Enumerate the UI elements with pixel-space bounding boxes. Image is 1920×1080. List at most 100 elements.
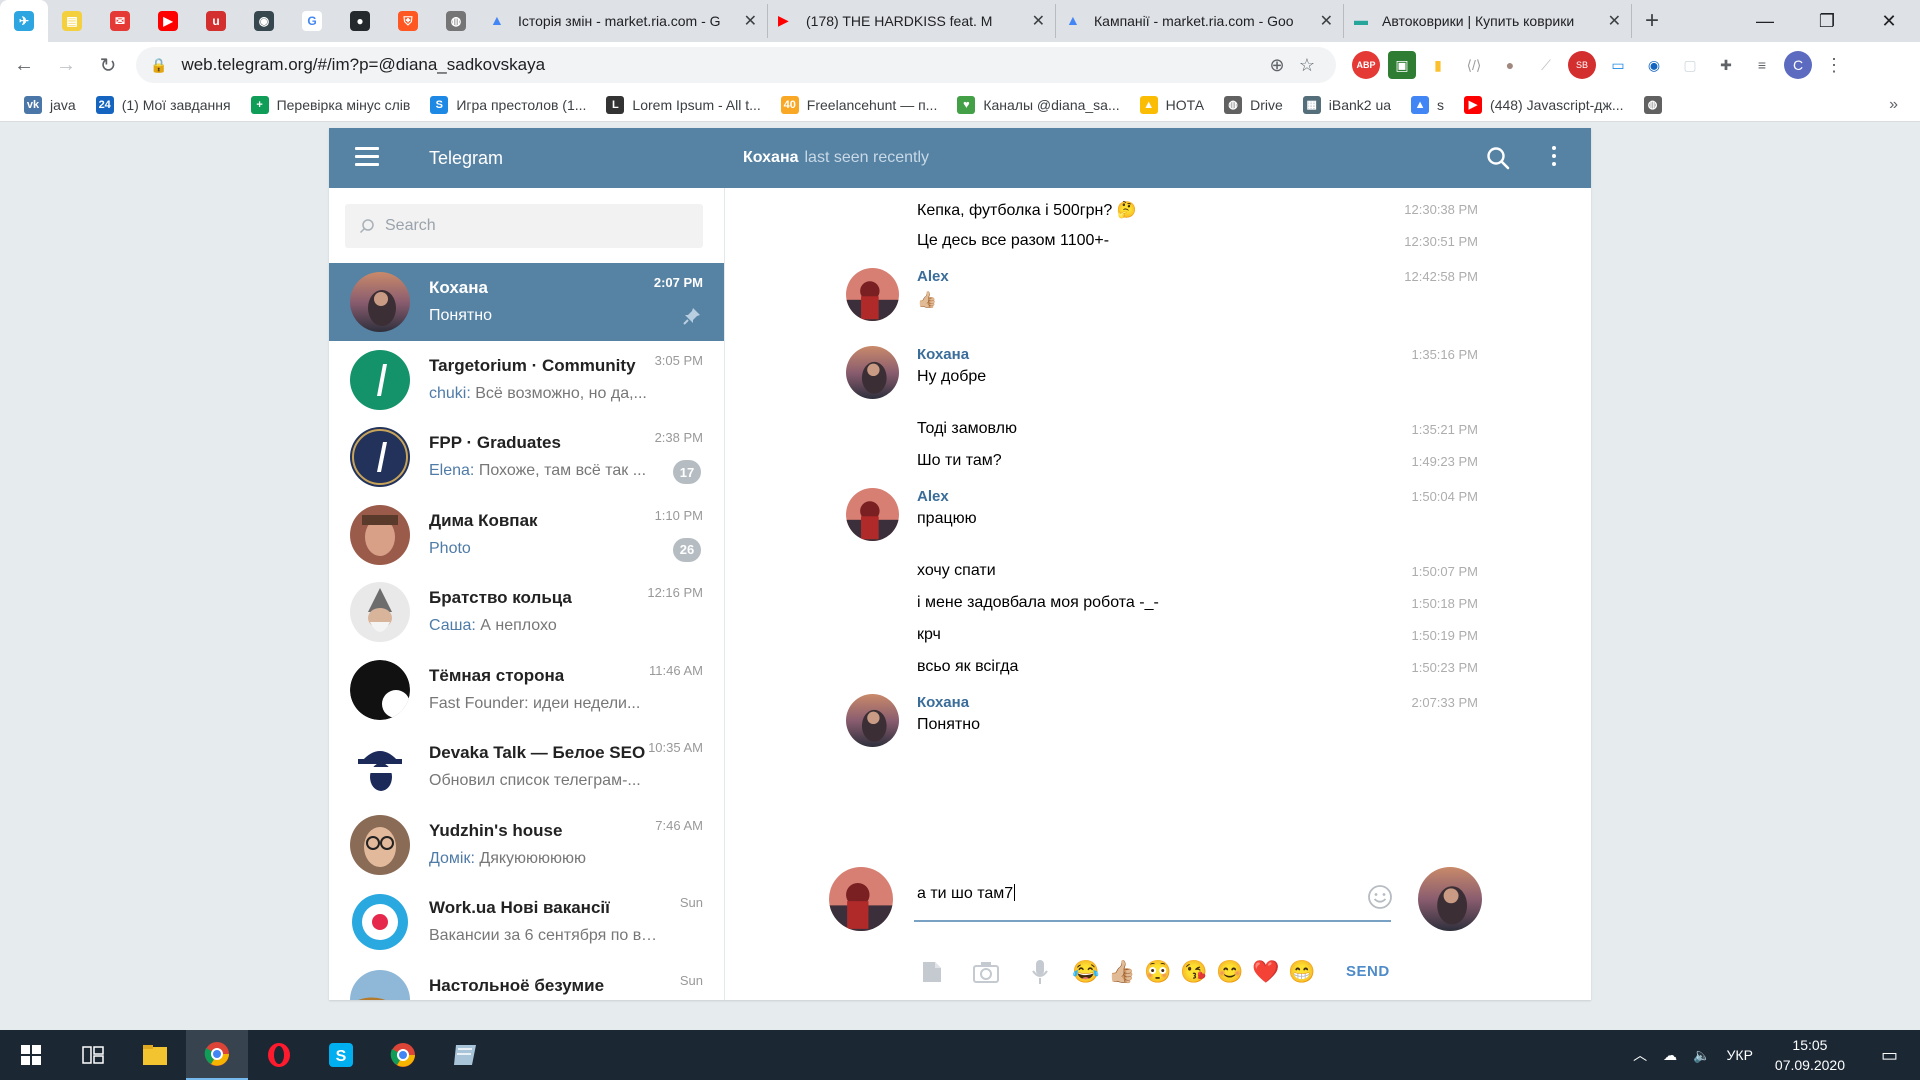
chrome-icon[interactable] — [186, 1030, 248, 1080]
pinned-tab[interactable]: ✈ — [0, 0, 48, 42]
quick-emoji-button[interactable]: 😘 — [1176, 954, 1212, 990]
bookmark-item[interactable]: + Перевірка мінус слів — [241, 88, 421, 122]
chevron-up-icon[interactable]: ︿ — [1625, 1045, 1655, 1065]
dialog-item[interactable]: Кохана 2:07 PM Понятно — [329, 263, 724, 341]
extension-icon[interactable]: ▮ — [1424, 51, 1452, 79]
message-author[interactable]: Кохана — [917, 694, 969, 711]
bookmark-item[interactable]: ▦ iBank2 ua — [1293, 88, 1401, 122]
reload-button[interactable]: ↻ — [90, 47, 126, 83]
extension-icon[interactable]: ▣ — [1388, 51, 1416, 79]
volume-icon[interactable]: 🔈 — [1685, 1047, 1718, 1064]
message-draft[interactable]: а ти шо там7 — [917, 885, 1013, 902]
close-window-button[interactable]: ✕ — [1858, 0, 1920, 42]
search-icon[interactable] — [1485, 145, 1511, 171]
dialog-item[interactable]: Тёмная сторона 11:46 AM Fast Founder: идеи… — [329, 651, 724, 729]
url-text[interactable]: web.telegram.org/#/im?p=@diana_sadkovska… — [181, 55, 1262, 75]
pinned-tab[interactable]: ● — [336, 0, 384, 42]
message-avatar[interactable] — [846, 268, 899, 321]
bookmark-item[interactable]: ◍ — [1634, 88, 1680, 122]
quick-emoji-button[interactable]: 😁 — [1284, 954, 1320, 990]
dialog-item[interactable]: Дима Ковпак 1:10 PM Photo 26 — [329, 496, 724, 574]
puzzle-icon[interactable]: ✚ — [1712, 51, 1740, 79]
message-author[interactable]: Кохана — [917, 346, 969, 363]
message-avatar[interactable] — [846, 346, 899, 399]
close-tab-icon[interactable]: ✕ — [1032, 11, 1045, 31]
microphone-icon[interactable] — [1022, 954, 1058, 990]
task-view-icon[interactable] — [62, 1030, 124, 1080]
address-bar[interactable]: 🔒 web.telegram.org/#/im?p=@diana_sadkovs… — [136, 47, 1336, 83]
quick-emoji-button[interactable]: 😳 — [1140, 954, 1176, 990]
my-avatar[interactable] — [829, 867, 893, 931]
close-tab-icon[interactable]: ✕ — [1320, 11, 1333, 31]
pinned-tab[interactable]: G — [288, 0, 336, 42]
skype-icon[interactable]: S — [310, 1030, 372, 1080]
dialog-item[interactable]: FPP · Graduates 2:38 PM Elena: Похоже, там… — [329, 418, 724, 496]
emoji-picker-icon[interactable] — [1366, 883, 1394, 911]
peer-name[interactable]: Кохана — [743, 149, 799, 166]
dialog-item[interactable]: Devaka Talk — Белое SEO 10:35 AM Обновил с… — [329, 728, 724, 806]
pinned-tab[interactable]: ✉ — [96, 0, 144, 42]
chrome-menu-icon[interactable]: ⋮ — [1820, 51, 1848, 79]
dialog-item[interactable]: Настольноё безумие Sun — [329, 961, 724, 1000]
bookmark-item[interactable]: vk java — [14, 88, 86, 122]
extension-icon[interactable]: ▭ — [1604, 51, 1632, 79]
browser-tab[interactable]: ▶ (178) THE HARDKISS feat. M ✕ — [768, 4, 1056, 38]
bookmark-item[interactable]: S Игра престолов (1... — [420, 88, 596, 122]
dialog-item[interactable]: Братство кольца 12:16 PM Саша: А неплохо — [329, 573, 724, 651]
bookmark-item[interactable]: ▲ НОТА — [1130, 88, 1214, 122]
extension-icon[interactable]: ⟋ — [1532, 51, 1560, 79]
bookmark-item[interactable]: ♥ Каналы @diana_sa... — [947, 88, 1129, 122]
quick-emoji-button[interactable]: ❤️ — [1248, 954, 1284, 990]
pinned-tab[interactable]: ⛨ — [384, 0, 432, 42]
seo-icon[interactable]: SB — [1568, 51, 1596, 79]
pinned-tab[interactable]: ◍ — [432, 0, 480, 42]
bookmark-item[interactable]: 24 (1) Мої завдання — [86, 88, 241, 122]
forward-button[interactable]: → — [48, 47, 84, 83]
bookmark-item[interactable]: ◍ Drive — [1214, 88, 1293, 122]
new-tab-button[interactable]: + — [1632, 4, 1672, 38]
close-tab-icon[interactable]: ✕ — [1608, 11, 1621, 31]
more-options-icon[interactable] — [1552, 146, 1558, 170]
dialog-search-input[interactable]: Search — [345, 204, 703, 248]
language-indicator[interactable]: УКР — [1719, 1047, 1761, 1063]
clock[interactable]: 15:05 07.09.2020 — [1761, 1035, 1859, 1075]
close-tab-icon[interactable]: ✕ — [744, 11, 757, 31]
message-avatar[interactable] — [846, 694, 899, 747]
pinned-tab[interactable]: ▤ — [48, 0, 96, 42]
peer-avatar[interactable] — [1418, 867, 1482, 931]
opera-icon[interactable] — [248, 1030, 310, 1080]
cookie-icon[interactable]: ● — [1496, 51, 1524, 79]
message-input[interactable]: а ти шо там7 — [914, 864, 1391, 922]
dialog-item[interactable]: Yudzhin's house 7:46 AM Домік: Дякуюююююю — [329, 806, 724, 884]
menu-icon[interactable] — [355, 147, 379, 167]
browser-tab[interactable]: ▲ Кампанії - market.ria.com - Goo ✕ — [1056, 4, 1344, 38]
message-author[interactable]: Alex — [917, 488, 949, 505]
bookmark-item[interactable]: ▲ s — [1401, 88, 1454, 122]
notes-icon[interactable] — [434, 1030, 496, 1080]
minimize-button[interactable]: — — [1734, 0, 1796, 42]
bookmark-item[interactable]: 40 Freelancehunt — п... — [771, 88, 948, 122]
attach-photo-icon[interactable] — [968, 954, 1004, 990]
pinned-tab[interactable]: ▶ — [144, 0, 192, 42]
pinned-tab[interactable]: ◉ — [240, 0, 288, 42]
windows-start-icon[interactable] — [0, 1030, 62, 1080]
add-site-icon[interactable]: ⊕ — [1262, 55, 1292, 76]
dialog-item[interactable]: Work.ua Нові вакансії Sun Вакансии за 6 се… — [329, 883, 724, 961]
peer-header[interactable]: Кохана last seen recently — [743, 149, 929, 167]
profile-avatar[interactable]: C — [1784, 51, 1812, 79]
extension-icon[interactable]: ▢ — [1676, 51, 1704, 79]
send-button[interactable]: SEND — [1346, 963, 1390, 980]
maximize-button[interactable]: ❐ — [1796, 0, 1858, 42]
quick-emoji-button[interactable]: 😊 — [1212, 954, 1248, 990]
browser-tab[interactable]: ▬ Автоковрики | Купить коврики ✕ — [1344, 4, 1632, 38]
bookmark-item[interactable]: L Lorem Ipsum - All t... — [596, 88, 770, 122]
chrome-alt-icon[interactable] — [372, 1030, 434, 1080]
quick-emoji-button[interactable]: 😂 — [1068, 954, 1104, 990]
code-icon[interactable]: ⟨/⟩ — [1460, 51, 1488, 79]
message-author[interactable]: Alex — [917, 268, 949, 285]
adblock-icon[interactable]: ABP — [1352, 51, 1380, 79]
back-button[interactable]: ← — [6, 47, 42, 83]
media-icon[interactable]: ≡ — [1748, 51, 1776, 79]
bookmark-star-icon[interactable]: ☆ — [1292, 55, 1322, 76]
bookmark-item[interactable]: ▶ (448) Javascript-дж... — [1454, 88, 1633, 122]
